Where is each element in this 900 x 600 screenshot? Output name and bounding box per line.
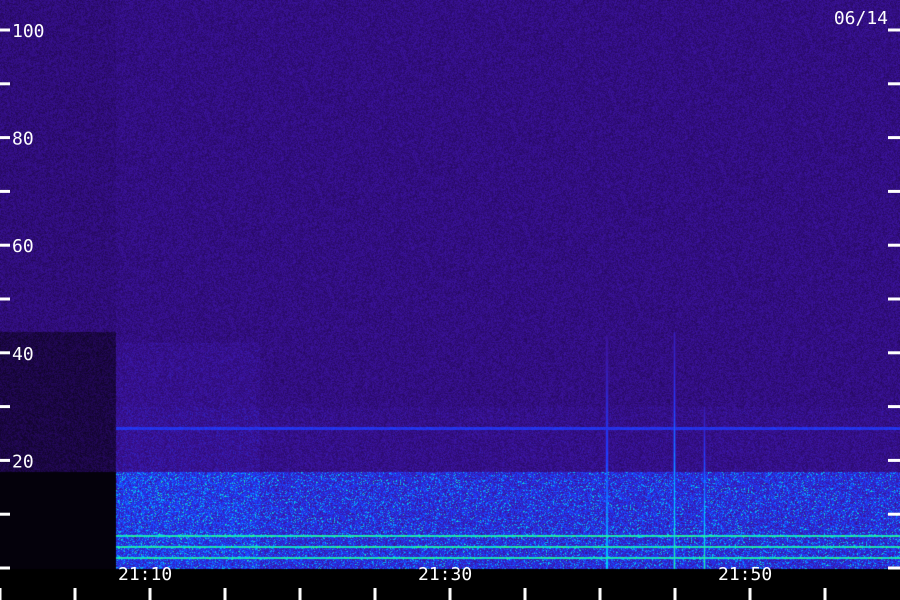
- y-axis-labels: 100 80 60 40 20: [12, 21, 45, 472]
- y-tick-label: 80: [12, 129, 34, 150]
- x-tick-label: 21:50: [718, 564, 772, 585]
- y-tick-label: 60: [12, 236, 34, 257]
- y-axis-ticks-left: [0, 28, 10, 570]
- spectrogram-chart: 100 80 60 40 20 21:10 21:30 21:50 06/14: [0, 0, 900, 600]
- y-axis-ticks-right: [888, 28, 900, 570]
- x-axis-labels: 21:10 21:30 21:50: [118, 564, 772, 585]
- y-tick-label: 20: [12, 451, 34, 472]
- chart-overlay: 100 80 60 40 20 21:10 21:30 21:50 06/14: [0, 8, 900, 600]
- date-label: 06/14: [834, 8, 888, 29]
- x-tick-label: 21:10: [118, 564, 172, 585]
- y-tick-label: 40: [12, 344, 34, 365]
- x-axis-ticks: [0, 588, 827, 600]
- y-tick-label: 100: [12, 21, 45, 42]
- x-tick-label: 21:30: [418, 564, 472, 585]
